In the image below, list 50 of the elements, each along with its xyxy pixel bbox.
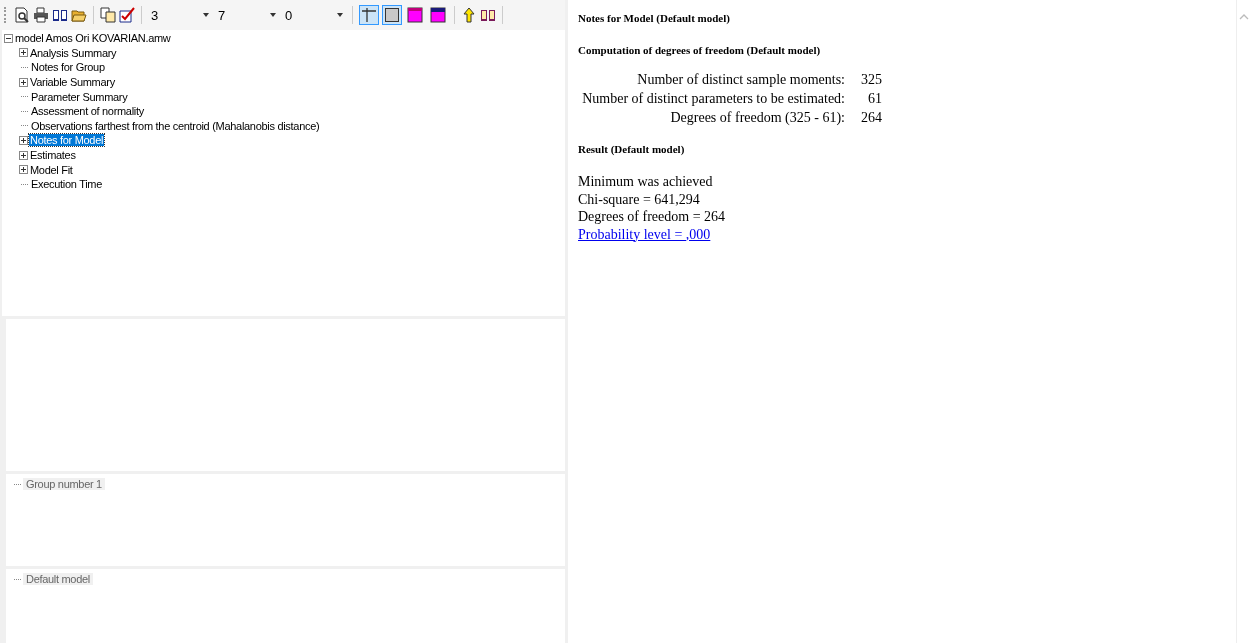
- probability-link[interactable]: Probability level = ,000: [578, 226, 711, 242]
- dropdown[interactable]: 0: [282, 5, 346, 25]
- tree-item[interactable]: Assessment of normality: [30, 105, 145, 118]
- expand-icon[interactable]: [19, 48, 28, 58]
- expand-icon[interactable]: [19, 135, 28, 145]
- tree-item[interactable]: Analysis Summary: [29, 46, 118, 59]
- expand-icon[interactable]: [19, 77, 28, 87]
- caret-icon[interactable]: [203, 13, 209, 17]
- panel-toggle[interactable]: [428, 5, 448, 25]
- tree-item[interactable]: model Amos Ori KOVARIAN.amw: [14, 32, 172, 45]
- caret-icon[interactable]: [270, 13, 276, 17]
- row-value: 61: [868, 91, 882, 106]
- result-line: Degrees of freedom = 264: [578, 208, 727, 226]
- tree-item[interactable]: Parameter Summary: [30, 90, 129, 103]
- expand-icon[interactable]: [19, 150, 28, 160]
- print-preview-icon[interactable]: [14, 7, 30, 23]
- dropdown[interactable]: 3: [148, 5, 212, 25]
- section-heading: Computation of degrees of freedom (Default model): [578, 44, 822, 56]
- output-heading: Notes for Model (Default model): [578, 12, 731, 24]
- tree-item[interactable]: Variable Summary: [29, 76, 116, 89]
- arrow-up-icon[interactable]: [461, 7, 477, 23]
- model-item[interactable]: Default model: [23, 573, 93, 586]
- row-label: Degrees of freedom (325 - 61):: [670, 110, 845, 125]
- row-label: Number of distinct sample moments:: [637, 72, 845, 87]
- checkbox-icon[interactable]: [119, 7, 135, 23]
- row-value: 325: [861, 72, 882, 87]
- row-label: Number of distinct parameters to be estimated:: [582, 91, 845, 106]
- group-item[interactable]: Group number 1: [23, 478, 105, 491]
- tree-item[interactable]: Notes for Group: [30, 61, 106, 74]
- book-icon[interactable]: [480, 7, 496, 23]
- result-line: Minimum was achieved: [578, 173, 714, 191]
- tree-item[interactable]: Execution Time: [30, 178, 103, 191]
- crosshair-toggle[interactable]: [359, 5, 379, 25]
- expand-icon[interactable]: [19, 165, 28, 175]
- square-toggle[interactable]: [382, 5, 402, 25]
- row-value: 264: [861, 110, 882, 125]
- dropdown[interactable]: 7: [215, 5, 279, 25]
- printer-icon[interactable]: [33, 7, 49, 23]
- tree-item[interactable]: Notes for Model: [29, 134, 105, 147]
- panel-toggle[interactable]: [405, 5, 425, 25]
- tree-item[interactable]: Model Fit: [29, 163, 74, 176]
- section-heading: Result (Default model): [578, 143, 686, 155]
- folder-icon[interactable]: [71, 7, 87, 23]
- book-icon[interactable]: [52, 7, 68, 23]
- copy-icon[interactable]: [100, 7, 116, 23]
- tree-item[interactable]: Estimates: [29, 149, 77, 162]
- caret-icon[interactable]: [337, 13, 343, 17]
- collapse-icon[interactable]: [4, 33, 13, 43]
- result-line: Chi-square = 641,294: [578, 190, 701, 208]
- tree-item[interactable]: Observations farthest from the centroid (Mahalanobis distance): [30, 119, 321, 132]
